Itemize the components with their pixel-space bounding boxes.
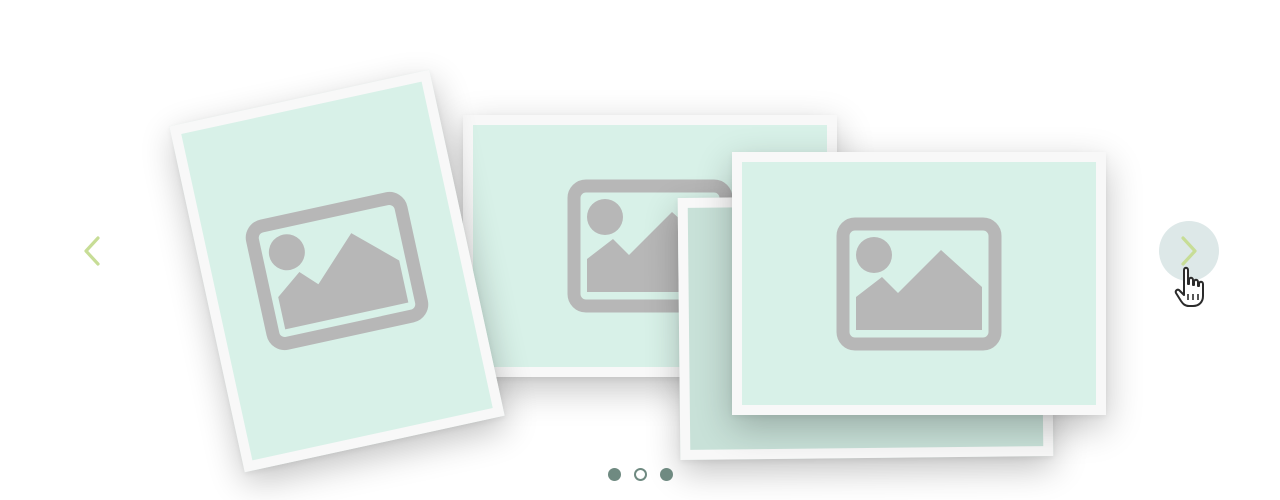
carousel: [0, 0, 1280, 500]
previous-slide-button[interactable]: [62, 221, 122, 281]
slide-portrait-tilted[interactable]: [169, 69, 505, 473]
next-slide-button[interactable]: [1159, 221, 1219, 281]
pagination-dot-active[interactable]: [633, 468, 647, 481]
chevron-left-icon: [84, 236, 100, 266]
chevron-right-icon: [1181, 236, 1197, 266]
pagination-dot[interactable]: [659, 468, 673, 481]
image-placeholder-icon: [245, 191, 429, 351]
pagination-dots: [0, 468, 1280, 481]
image-placeholder-icon: [836, 217, 1002, 350]
pagination-dot[interactable]: [607, 468, 621, 481]
slide-landscape-front[interactable]: [732, 152, 1106, 415]
